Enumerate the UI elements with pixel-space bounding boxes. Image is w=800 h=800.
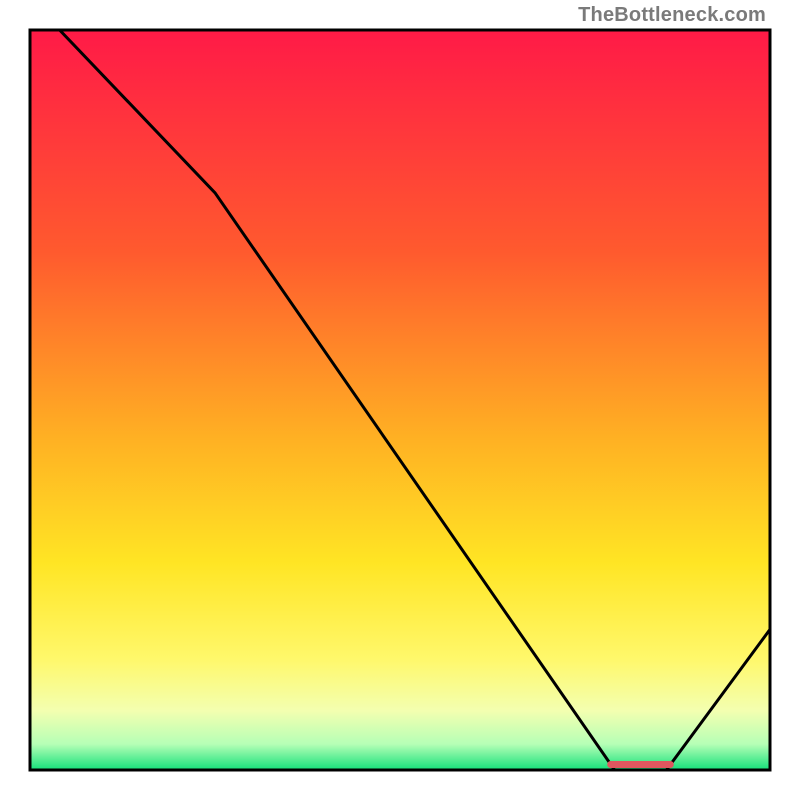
bottleneck-chart bbox=[0, 0, 800, 800]
gradient-background bbox=[30, 30, 770, 770]
optimal-range-marker bbox=[607, 761, 674, 768]
chart-container: TheBottleneck.com bbox=[0, 0, 800, 800]
